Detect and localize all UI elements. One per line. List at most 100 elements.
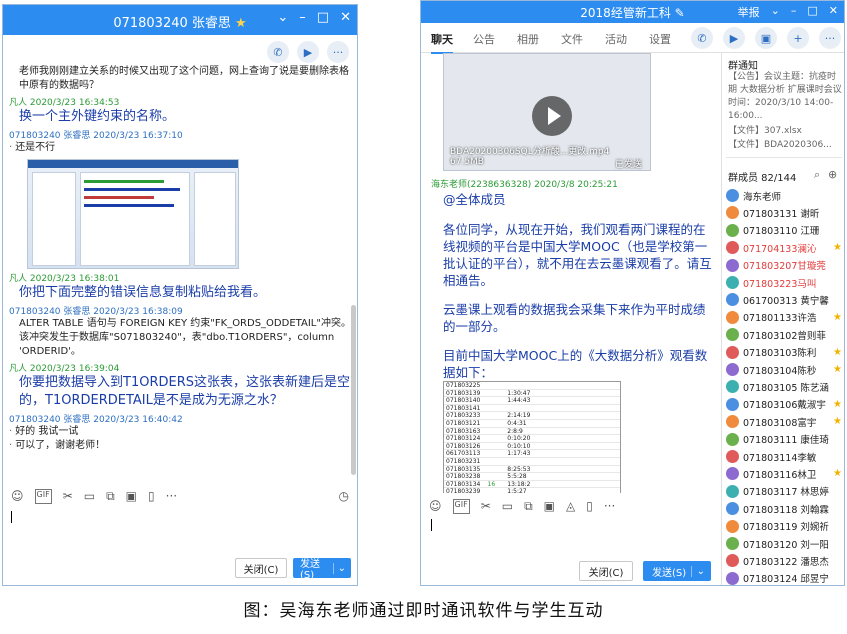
avatar[interactable] — [726, 397, 739, 411]
history-icon[interactable]: ◷ — [339, 489, 349, 503]
scrollbar[interactable] — [351, 305, 356, 475]
avatar[interactable] — [726, 345, 739, 359]
more-icon[interactable]: ··· — [327, 41, 349, 63]
member-item[interactable]: 071803104陈秒 ★ — [726, 361, 842, 378]
close-button[interactable]: 关闭(C) — [235, 558, 287, 578]
minimize-icon[interactable]: – — [299, 10, 306, 25]
avatar[interactable] — [726, 189, 739, 202]
notice-text[interactable]: 【公告】会议主题：抗疫时期 大数据分析 扩展课时会议时间：2020/3/10 1… — [728, 71, 844, 123]
member-item[interactable]: 071704133澜沁 ★ — [726, 239, 842, 256]
avatar[interactable] — [726, 276, 739, 289]
gif-icon[interactable]: GIF — [452, 499, 470, 514]
avatar[interactable] — [726, 206, 739, 220]
message-input[interactable] — [11, 511, 351, 551]
add-icon[interactable]: + — [787, 27, 809, 49]
video-call-icon[interactable]: ▶ — [723, 27, 745, 49]
chevron-down-icon[interactable]: ⌄ — [771, 4, 780, 20]
tab-activity[interactable]: 活动 — [605, 31, 627, 47]
phone-device-icon[interactable]: ▯ — [148, 489, 155, 504]
tab-files[interactable]: 文件 — [561, 31, 583, 47]
avatar[interactable] — [726, 223, 739, 237]
chevron-down-icon[interactable]: ⌄ — [277, 10, 288, 25]
message-input[interactable] — [431, 519, 432, 531]
emoji-icon[interactable]: ☺ — [429, 499, 442, 514]
folder-icon[interactable]: ▭ — [84, 489, 95, 504]
member-item[interactable]: 071803124 邱昱宁 — [726, 570, 842, 585]
folder-icon[interactable]: ▭ — [502, 499, 513, 514]
avatar[interactable] — [726, 432, 739, 446]
phone-device-icon[interactable]: ▯ — [586, 499, 593, 514]
avatar[interactable] — [726, 502, 739, 516]
avatar[interactable] — [726, 415, 739, 429]
tab-settings[interactable]: 设置 — [649, 31, 671, 47]
member-item[interactable]: 071803122 潘思杰 — [726, 552, 842, 569]
member-item[interactable]: 071803120 刘一阳 — [726, 535, 842, 552]
close-icon[interactable]: ✕ — [829, 4, 838, 20]
tab-chat[interactable]: 聊天 — [431, 31, 453, 54]
member-item[interactable]: 071803116林卫 ★ — [726, 465, 842, 482]
avatar[interactable] — [726, 293, 739, 307]
play-icon[interactable] — [532, 96, 572, 136]
search-icon[interactable]: ⌕ — [814, 168, 820, 182]
gif-icon[interactable]: GIF — [34, 489, 52, 504]
scissors-icon[interactable]: ✂ — [481, 499, 491, 514]
image-icon[interactable]: ▣ — [544, 499, 555, 514]
avatar[interactable] — [726, 363, 739, 376]
phone-icon[interactable]: ✆ — [691, 27, 713, 49]
video-message[interactable]: BDA20200306SQL分析酸...更改.mp4 67.5MB 已发送 — [443, 53, 651, 171]
minimize-icon[interactable]: – — [791, 4, 797, 20]
screen-share-icon[interactable]: ▣ — [755, 27, 777, 49]
file-item[interactable]: 【文件】BDA2020306... — [728, 139, 844, 152]
avatar[interactable] — [726, 258, 739, 272]
add-member-icon[interactable]: ⊕ — [828, 168, 837, 181]
more-icon[interactable]: ··· — [166, 489, 177, 504]
member-item[interactable]: 071803103陈利 ★ — [726, 344, 842, 361]
member-item[interactable]: 071803117 林思婷 — [726, 483, 842, 500]
member-item[interactable]: 071803223马叫 — [726, 274, 842, 291]
member-item[interactable]: 海东老师 — [726, 187, 842, 204]
avatar[interactable] — [726, 484, 739, 498]
member-item[interactable]: 061700313 黄宁馨 — [726, 291, 842, 308]
send-button[interactable]: 发送(S) ⌄ — [293, 558, 351, 581]
close-icon[interactable]: ✕ — [340, 10, 351, 25]
avatar[interactable] — [726, 328, 739, 342]
avatar[interactable] — [726, 571, 739, 585]
avatar[interactable] — [726, 450, 739, 463]
maximize-icon[interactable]: □ — [807, 4, 817, 20]
video-call-icon[interactable]: ▶ — [297, 41, 319, 63]
member-item[interactable]: 071803105 陈艺涵 — [726, 378, 842, 395]
tab-notice[interactable]: 公告 — [473, 31, 495, 47]
report-link[interactable]: 举报 — [738, 4, 760, 20]
member-item[interactable]: 071803207甘璇莞 — [726, 257, 842, 274]
chevron-down-icon[interactable]: ⌄ — [332, 562, 350, 574]
chevron-down-icon[interactable]: ⌄ — [690, 565, 710, 577]
member-item[interactable]: 071803119 刘婉祈 — [726, 518, 842, 535]
avatar[interactable] — [726, 519, 739, 533]
more-icon[interactable]: ··· — [819, 27, 841, 49]
bell-icon[interactable]: ◬ — [566, 499, 575, 514]
screenshot-icon[interactable]: ⧉ — [106, 489, 115, 504]
emoji-icon[interactable]: ☺ — [11, 489, 24, 504]
member-item[interactable]: 071803118 刘翰霖 — [726, 500, 842, 517]
member-item[interactable]: 071803106戴淑宇 ★ — [726, 396, 842, 413]
avatar[interactable] — [726, 554, 739, 568]
member-item[interactable]: 071803131 谢昕 — [726, 204, 842, 221]
edit-icon[interactable]: ✎ — [675, 6, 685, 20]
send-button[interactable]: 发送(S) ⌄ — [643, 561, 711, 581]
more-icon[interactable]: ··· — [604, 499, 615, 514]
member-item[interactable]: 071803111 康佳琦 — [726, 431, 842, 448]
image-icon[interactable]: ▣ — [126, 489, 137, 504]
file-item[interactable]: 【文件】307.xlsx — [728, 125, 844, 138]
member-item[interactable]: 071803114李敏 — [726, 448, 842, 465]
avatar[interactable] — [726, 467, 739, 481]
avatar[interactable] — [726, 310, 739, 324]
tab-album[interactable]: 相册 — [517, 31, 539, 47]
member-item[interactable]: 071803108富宇 ★ — [726, 413, 842, 430]
member-item[interactable]: 071801133许浩 ★ — [726, 309, 842, 326]
member-item[interactable]: 071803102曾则菲 — [726, 326, 842, 343]
close-button[interactable]: 关闭(C) — [579, 561, 633, 581]
maximize-icon[interactable]: □ — [317, 10, 329, 25]
mention-all[interactable]: @全体成员 — [443, 191, 713, 208]
screenshot-image[interactable] — [27, 159, 239, 269]
avatar[interactable] — [726, 380, 739, 394]
